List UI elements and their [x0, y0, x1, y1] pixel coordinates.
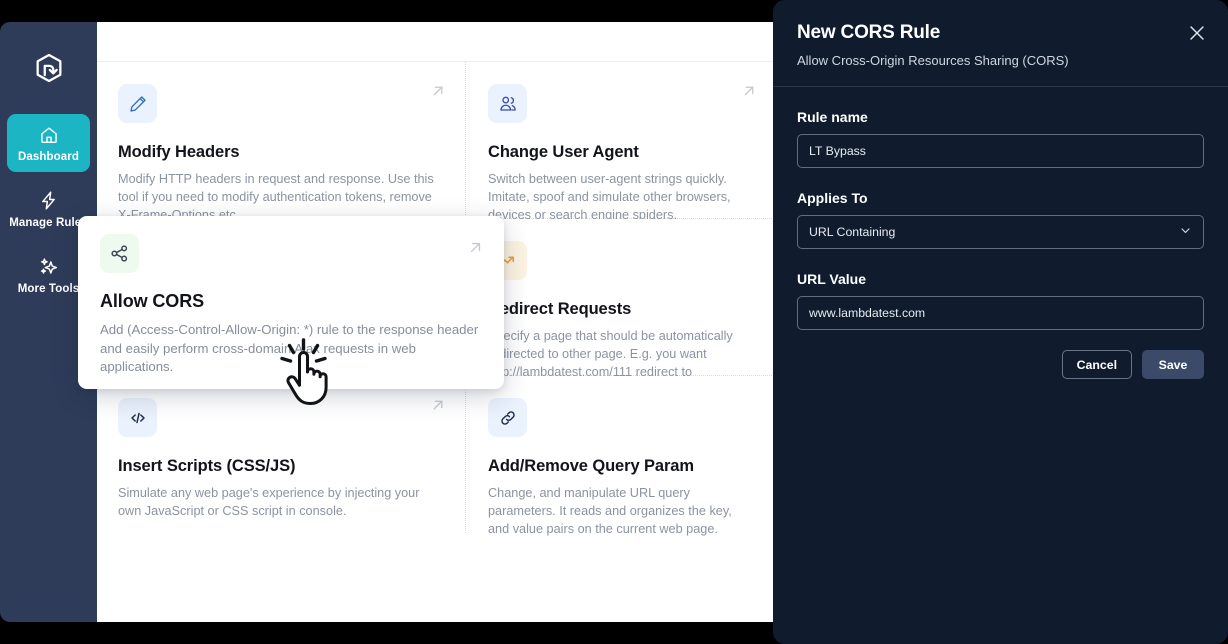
tool-card-desc: Simulate any web page's experience by in…: [118, 484, 443, 520]
link-chain-icon: [488, 398, 527, 437]
tool-card-desc: Change, and manipulate URL query paramet…: [488, 484, 754, 538]
home-icon: [38, 124, 60, 146]
url-value-label: URL Value: [797, 271, 1204, 287]
cancel-button[interactable]: Cancel: [1062, 350, 1132, 379]
tool-card-desc: Switch between user-agent strings quickl…: [488, 170, 754, 224]
sidebar-item-label: Manage Rules: [9, 217, 88, 229]
rule-name-label: Rule name: [797, 109, 1204, 125]
applies-to-label: Applies To: [797, 190, 1204, 206]
code-brackets-icon: [118, 398, 157, 437]
pencil-icon: [118, 84, 157, 123]
tool-card-add-remove-query-param[interactable]: Add/Remove Query Param Change, and manip…: [466, 376, 776, 533]
panel-title: New CORS Rule: [797, 22, 1204, 44]
top-bar: [96, 22, 776, 62]
tool-card-modify-headers[interactable]: Modify Headers Modify HTTP headers in re…: [96, 62, 466, 219]
bolt-icon: [38, 190, 60, 212]
tool-card-change-user-agent[interactable]: Change User Agent Switch between user-ag…: [466, 62, 776, 219]
arrow-up-right-icon[interactable]: [740, 82, 758, 100]
tool-card-title: Add/Remove Query Param: [488, 457, 754, 476]
close-icon[interactable]: [1186, 22, 1208, 44]
users-icon: [488, 84, 527, 123]
app-window: Dashboard Manage Rules More Tools: [0, 0, 1228, 644]
panel-subtitle: Allow Cross-Origin Resources Sharing (CO…: [797, 53, 1204, 68]
pointing-hand-click-cursor-icon: [276, 338, 334, 410]
rule-name-input[interactable]: LT Bypass: [797, 134, 1204, 168]
share-nodes-icon: [100, 234, 139, 273]
sidebar-item-label: Dashboard: [18, 151, 79, 163]
tool-card-title: Modify Headers: [118, 143, 443, 162]
arrow-up-right-icon[interactable]: [429, 82, 447, 100]
sidebar-item-dashboard[interactable]: Dashboard: [7, 114, 90, 172]
tool-card-title: Insert Scripts (CSS/JS): [118, 457, 443, 476]
tool-card-title: Redirect Requests: [488, 300, 754, 319]
tool-card-title: Allow CORS: [100, 291, 482, 312]
panel-actions: Cancel Save: [797, 350, 1204, 379]
chevron-down-icon: [1179, 224, 1192, 240]
sparkles-icon: [38, 256, 60, 278]
panel-divider: [773, 86, 1228, 87]
app-logo-icon: [23, 42, 75, 94]
new-cors-rule-panel: New CORS Rule Allow Cross-Origin Resourc…: [773, 0, 1228, 644]
arrow-up-right-icon[interactable]: [466, 238, 484, 256]
arrow-up-right-icon[interactable]: [429, 396, 447, 414]
url-value-input[interactable]: www.lambdatest.com: [797, 296, 1204, 330]
applies-to-selected-value: URL Containing: [809, 225, 895, 239]
applies-to-select[interactable]: URL Containing: [797, 215, 1204, 249]
tool-card-redirect-requests[interactable]: Redirect Requests Specify a page that sh…: [466, 219, 776, 376]
sidebar-item-label: More Tools: [18, 283, 79, 295]
save-button[interactable]: Save: [1142, 350, 1204, 379]
tool-card-title: Change User Agent: [488, 143, 754, 162]
